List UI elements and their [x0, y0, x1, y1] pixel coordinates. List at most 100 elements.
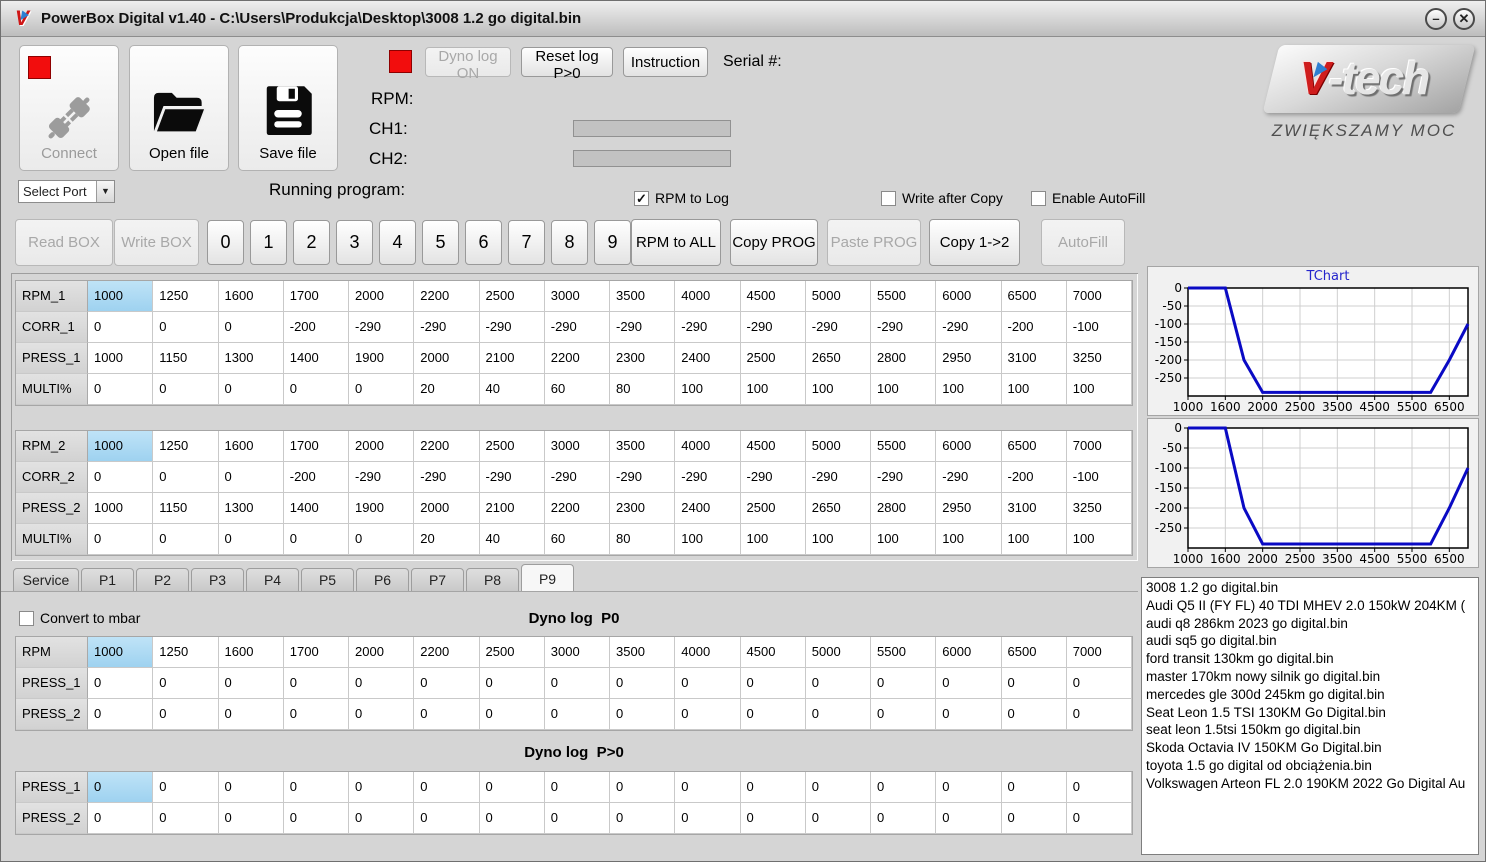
tab-p4[interactable]: P4	[246, 568, 299, 592]
table-cell[interactable]: -290	[805, 312, 871, 343]
table-cell[interactable]: -290	[349, 462, 415, 493]
table-cell[interactable]: 3250	[1066, 493, 1132, 524]
file-list-item[interactable]: toyota 1.5 go digital od obciążenia.bin	[1146, 757, 1478, 775]
table-cell[interactable]: 0	[349, 772, 415, 803]
table-cell[interactable]: 0	[675, 772, 741, 803]
table-cell[interactable]: 5500	[871, 637, 937, 668]
table-cell[interactable]: 100	[740, 374, 806, 405]
table-cell[interactable]: 3500	[610, 281, 676, 312]
table-cell[interactable]: 3000	[544, 431, 610, 462]
table-cell[interactable]: 0	[805, 699, 871, 730]
table-cell[interactable]: 2000	[349, 281, 415, 312]
instruction-button[interactable]: Instruction	[623, 47, 708, 77]
table-cell[interactable]: 0	[1066, 668, 1132, 699]
table-cell[interactable]: 100	[1066, 524, 1132, 555]
table-cell[interactable]: 0	[218, 699, 284, 730]
table-cell[interactable]: 0	[1066, 803, 1132, 834]
digit-6-button[interactable]: 6	[465, 220, 502, 265]
table-cell[interactable]: 2000	[414, 493, 480, 524]
copy-1-to-2-button[interactable]: Copy 1->2	[929, 219, 1020, 266]
digit-8-button[interactable]: 8	[551, 220, 588, 265]
table-cell[interactable]: 6500	[1001, 281, 1067, 312]
table-cell[interactable]: 0	[479, 803, 545, 834]
tab-service[interactable]: Service	[13, 568, 79, 592]
table-cell[interactable]: 1000	[88, 637, 154, 668]
table-cell[interactable]: 0	[544, 668, 610, 699]
table-cell[interactable]: 0	[1001, 803, 1067, 834]
table-cell[interactable]: 0	[218, 462, 284, 493]
table-cell[interactable]: 1400	[283, 343, 349, 374]
dyno-log-on-button[interactable]: Dyno log ON	[425, 47, 511, 82]
write-after-copy-checkbox[interactable]: Write after Copy	[881, 190, 1003, 206]
table-cell[interactable]: 0	[153, 462, 219, 493]
table-cell[interactable]: 0	[283, 668, 349, 699]
table-cell[interactable]: 1000	[88, 431, 154, 462]
table-cell[interactable]: 0	[1001, 699, 1067, 730]
table-cell[interactable]: 0	[88, 374, 154, 405]
table-cell[interactable]: 4000	[675, 637, 741, 668]
tab-p8[interactable]: P8	[466, 568, 519, 592]
table-cell[interactable]: 0	[88, 699, 154, 730]
table-cell[interactable]: 0	[610, 699, 676, 730]
table-cell[interactable]: -290	[610, 462, 676, 493]
table-cell[interactable]: 40	[479, 374, 545, 405]
table-cell[interactable]: 0	[218, 803, 284, 834]
table-cell[interactable]: 4500	[740, 431, 806, 462]
table-cell[interactable]: 20	[414, 374, 480, 405]
table-cell[interactable]: -290	[479, 462, 545, 493]
table-cell[interactable]: 100	[936, 374, 1002, 405]
table-cell[interactable]: 4500	[740, 637, 806, 668]
table-cell[interactable]: 100	[805, 524, 871, 555]
table-cell[interactable]: 1250	[153, 281, 219, 312]
digit-0-button[interactable]: 0	[207, 220, 244, 265]
table-cell[interactable]: 4000	[675, 431, 741, 462]
table-cell[interactable]: 0	[153, 374, 219, 405]
table-cell[interactable]: 0	[414, 772, 480, 803]
table-cell[interactable]: 5500	[871, 431, 937, 462]
table-cell[interactable]: 1300	[218, 493, 284, 524]
table-cell[interactable]: 0	[218, 772, 284, 803]
table-cell[interactable]: 0	[88, 524, 154, 555]
table-cell[interactable]: 0	[153, 772, 219, 803]
table-cell[interactable]: 80	[610, 374, 676, 405]
table-cell[interactable]: 4500	[740, 281, 806, 312]
table-cell[interactable]: 0	[871, 668, 937, 699]
table-cell[interactable]: 0	[88, 772, 154, 803]
table-cell[interactable]: 0	[610, 803, 676, 834]
table-cell[interactable]: 1000	[88, 493, 154, 524]
table-cell[interactable]: 0	[414, 803, 480, 834]
digit-7-button[interactable]: 7	[508, 220, 545, 265]
table-cell[interactable]: 0	[414, 668, 480, 699]
table-cell[interactable]: 0	[740, 803, 806, 834]
table-cell[interactable]: 2400	[675, 343, 741, 374]
rpm-to-log-checkbox[interactable]: ✓ RPM to Log	[634, 190, 729, 206]
digit-1-button[interactable]: 1	[250, 220, 287, 265]
table-cell[interactable]: 6000	[936, 431, 1002, 462]
table-cell[interactable]: 2500	[479, 637, 545, 668]
close-icon[interactable]: ✕	[1453, 7, 1475, 30]
write-box-button[interactable]: Write BOX	[114, 219, 199, 266]
table-cell[interactable]: 100	[1066, 374, 1132, 405]
table-cell[interactable]: 0	[1001, 668, 1067, 699]
file-list-item[interactable]: Volkswagen Arteon FL 2.0 190KM 2022 Go D…	[1146, 775, 1478, 793]
table-cell[interactable]: 100	[740, 524, 806, 555]
table-cell[interactable]: 0	[936, 668, 1002, 699]
table-cell[interactable]: 2000	[414, 343, 480, 374]
tab-p3[interactable]: P3	[191, 568, 244, 592]
table-cell[interactable]: -290	[675, 312, 741, 343]
table-cell[interactable]: 0	[88, 803, 154, 834]
table-cell[interactable]: 0	[479, 699, 545, 730]
table-cell[interactable]: 0	[88, 312, 154, 343]
table-cell[interactable]: 3250	[1066, 343, 1132, 374]
table-cell[interactable]: 1700	[283, 637, 349, 668]
table-cell[interactable]: 0	[218, 524, 284, 555]
file-list-item[interactable]: mercedes gle 300d 245km go digital.bin	[1146, 686, 1478, 704]
chevron-down-icon[interactable]: ▼	[96, 181, 114, 202]
table-cell[interactable]: 0	[218, 374, 284, 405]
table-cell[interactable]: 0	[936, 772, 1002, 803]
table-cell[interactable]: 20	[414, 524, 480, 555]
enable-autofill-checkbox[interactable]: Enable AutoFill	[1031, 190, 1145, 206]
table-cell[interactable]: -290	[349, 312, 415, 343]
table-cell[interactable]: 100	[1001, 374, 1067, 405]
table-cell[interactable]: 60	[544, 374, 610, 405]
